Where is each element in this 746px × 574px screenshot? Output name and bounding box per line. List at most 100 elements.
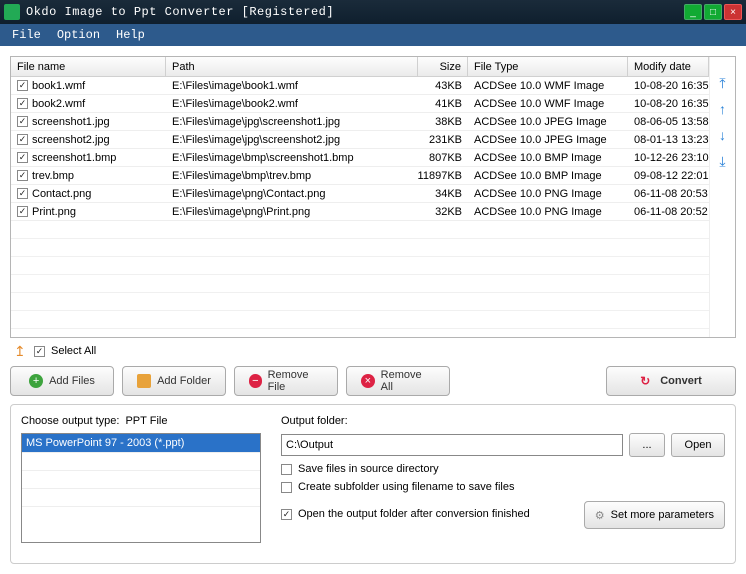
add-files-button[interactable]: + Add Files — [10, 366, 114, 396]
file-name: screenshot1.jpg — [32, 116, 110, 128]
menu-file[interactable]: File — [6, 26, 47, 44]
move-top-icon[interactable]: ⤒ — [715, 75, 731, 91]
col-filetype[interactable]: File Type — [468, 57, 628, 76]
plus-icon: + — [29, 374, 43, 388]
file-type: ACDSee 10.0 PNG Image — [468, 206, 628, 218]
add-folder-button[interactable]: Add Folder — [122, 366, 226, 396]
save-source-checkbox[interactable] — [281, 464, 292, 475]
x-icon: × — [361, 374, 375, 388]
file-path: E:\Files\image\book1.wmf — [166, 80, 418, 92]
subfolder-checkbox[interactable] — [281, 482, 292, 493]
maximize-button[interactable]: □ — [704, 4, 722, 20]
file-size: 32KB — [418, 206, 468, 218]
table-row[interactable]: screenshot2.jpg E:\Files\image\jpg\screen… — [11, 131, 709, 149]
file-date: 09-08-12 22:01 — [628, 170, 709, 182]
file-name: Print.png — [32, 206, 76, 218]
open-after-checkbox[interactable] — [281, 509, 292, 520]
file-path: E:\Files\image\png\Print.png — [166, 206, 418, 218]
file-name: Contact.png — [32, 188, 91, 200]
file-path: E:\Files\image\jpg\screenshot1.jpg — [166, 116, 418, 128]
row-checkbox[interactable] — [17, 152, 28, 163]
window-title: Okdo Image to Ppt Converter [Registered] — [26, 5, 682, 19]
file-date: 10-08-20 16:35 — [628, 80, 709, 92]
file-name: book2.wmf — [32, 98, 85, 110]
table-row[interactable]: Contact.png E:\Files\image\png\Contact.pn… — [11, 185, 709, 203]
row-checkbox[interactable] — [17, 206, 28, 217]
file-type: ACDSee 10.0 BMP Image — [468, 170, 628, 182]
file-path: E:\Files\image\bmp\trev.bmp — [166, 170, 418, 182]
file-size: 38KB — [418, 116, 468, 128]
file-size: 231KB — [418, 134, 468, 146]
table-row[interactable]: screenshot1.bmp E:\Files\image\bmp\screen… — [11, 149, 709, 167]
convert-icon: ↻ — [640, 374, 654, 388]
folder-icon — [137, 374, 151, 388]
list-item[interactable]: MS PowerPoint 97 - 2003 (*.ppt) — [22, 434, 260, 452]
file-path: E:\Files\image\bmp\screenshot1.bmp — [166, 152, 418, 164]
file-date: 10-08-20 16:35 — [628, 98, 709, 110]
output-type-label: Choose output type: — [21, 415, 119, 427]
menu-option[interactable]: Option — [51, 26, 106, 44]
file-name: screenshot1.bmp — [32, 152, 116, 164]
file-type: ACDSee 10.0 JPEG Image — [468, 116, 628, 128]
file-size: 43KB — [418, 80, 468, 92]
selectall-checkbox[interactable] — [34, 346, 45, 357]
col-filename[interactable]: File name — [11, 57, 166, 76]
row-checkbox[interactable] — [17, 188, 28, 199]
selectall-label: Select All — [51, 345, 96, 357]
file-list: File name Path Size File Type Modify dat… — [10, 56, 736, 338]
file-type: ACDSee 10.0 PNG Image — [468, 188, 628, 200]
table-row[interactable]: trev.bmp E:\Files\image\bmp\trev.bmp11897… — [11, 167, 709, 185]
output-folder-input[interactable] — [281, 434, 623, 456]
move-down-icon[interactable]: ↓ — [715, 127, 731, 143]
minimize-button[interactable]: _ — [684, 4, 702, 20]
file-path: E:\Files\image\jpg\screenshot2.jpg — [166, 134, 418, 146]
close-button[interactable]: × — [724, 4, 742, 20]
open-after-label: Open the output folder after conversion … — [298, 508, 578, 520]
subfolder-label: Create subfolder using filename to save … — [298, 481, 514, 493]
file-name: screenshot2.jpg — [32, 134, 110, 146]
row-checkbox[interactable] — [17, 98, 28, 109]
remove-all-button[interactable]: × Remove All — [346, 366, 450, 396]
file-date: 08-01-13 13:23 — [628, 134, 709, 146]
file-type: ACDSee 10.0 WMF Image — [468, 80, 628, 92]
row-checkbox[interactable] — [17, 116, 28, 127]
row-checkbox[interactable] — [17, 134, 28, 145]
file-path: E:\Files\image\book2.wmf — [166, 98, 418, 110]
row-checkbox[interactable] — [17, 170, 28, 181]
file-path: E:\Files\image\png\Contact.png — [166, 188, 418, 200]
move-bottom-icon[interactable]: ⤓ — [715, 153, 731, 169]
file-type: ACDSee 10.0 JPEG Image — [468, 134, 628, 146]
app-icon — [4, 4, 20, 20]
file-date: 10-12-26 23:10 — [628, 152, 709, 164]
table-row[interactable]: book2.wmf E:\Files\image\book2.wmf41KBACD… — [11, 95, 709, 113]
table-row[interactable]: Print.png E:\Files\image\png\Print.png32K… — [11, 203, 709, 221]
more-parameters-button[interactable]: ⚙ Set more parameters — [584, 501, 725, 529]
gear-icon: ⚙ — [595, 509, 605, 522]
file-size: 11897KB — [418, 170, 468, 182]
minus-icon: − — [249, 374, 262, 388]
row-checkbox[interactable] — [17, 80, 28, 91]
col-modify[interactable]: Modify date — [628, 57, 709, 76]
file-date: 06-11-08 20:52 — [628, 206, 709, 218]
file-date: 06-11-08 20:53 — [628, 188, 709, 200]
table-row[interactable]: screenshot1.jpg E:\Files\image\jpg\screen… — [11, 113, 709, 131]
open-folder-button[interactable]: Open — [671, 433, 725, 457]
output-type-value: PPT File — [125, 415, 167, 427]
save-source-label: Save files in source directory — [298, 463, 439, 475]
table-row[interactable]: book1.wmf E:\Files\image\book1.wmf43KBACD… — [11, 77, 709, 95]
col-path[interactable]: Path — [166, 57, 418, 76]
file-name: book1.wmf — [32, 80, 85, 92]
output-type-list[interactable]: MS PowerPoint 97 - 2003 (*.ppt) — [21, 433, 261, 543]
file-size: 41KB — [418, 98, 468, 110]
file-name: trev.bmp — [32, 170, 74, 182]
convert-button[interactable]: ↻ Convert — [606, 366, 736, 396]
file-type: ACDSee 10.0 BMP Image — [468, 152, 628, 164]
remove-file-button[interactable]: − Remove File — [234, 366, 338, 396]
file-type: ACDSee 10.0 WMF Image — [468, 98, 628, 110]
browse-button[interactable]: ... — [629, 433, 665, 457]
up-folder-icon[interactable]: ↥ — [14, 344, 28, 358]
menu-help[interactable]: Help — [110, 26, 151, 44]
move-up-icon[interactable]: ↑ — [715, 101, 731, 117]
col-size[interactable]: Size — [418, 57, 468, 76]
file-size: 34KB — [418, 188, 468, 200]
